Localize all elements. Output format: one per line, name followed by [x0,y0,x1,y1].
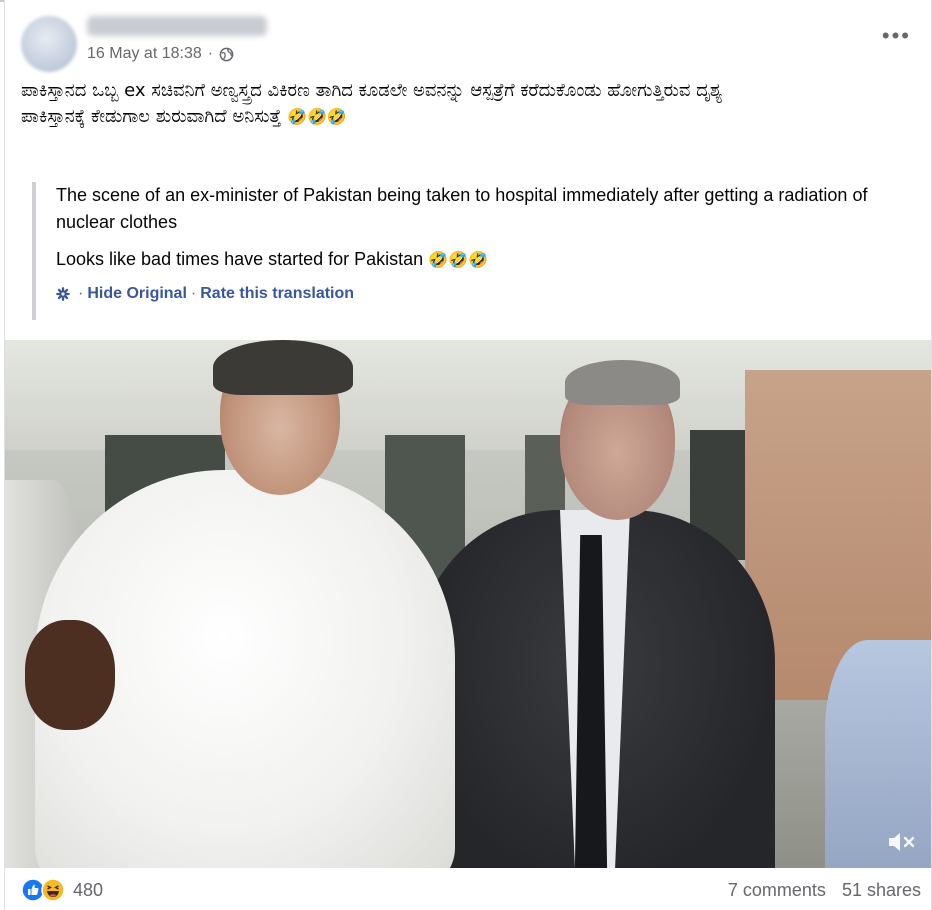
engagement-stats: 7 comments 51 shares [728,880,921,901]
post-text-line2-text: ಪಾಕಿಸ್ತಾನಕ್ಕೆ ಕೇಡುಗಾಲ ಶುರುವಾಗಿದೆ ಅನಿಸುತ್… [21,106,282,127]
more-options-button[interactable]: ••• [882,25,911,47]
link-separator-2: · [190,285,197,302]
comments-count-link[interactable]: 7 comments [728,880,826,901]
post-body: ಪಾಕಿಸ್ತಾನದ ಒಬ್ಬ ex ಸಚಿವನಿಗೆ ಅಣ್ವಸ್ತ್ರದ ವ… [21,78,911,130]
hide-original-link[interactable]: Hide Original [87,285,187,303]
translation-line2: Looks like bad times have started for Pa… [56,246,916,274]
translation-emoji-group: 🤣🤣🤣 [428,252,488,269]
translation-links: · Hide Original · Rate this translation [56,285,916,303]
laughing-emoji-group: 🤣🤣🤣 [287,107,347,126]
author-name-blurred[interactable] [87,16,267,36]
video-man-suit-hair [565,360,680,405]
translation-block: The scene of an ex-minister of Pakistan … [32,182,916,320]
post-text-line1: ಪಾಕಿಸ್ತಾನದ ಒಬ್ಬ ex ಸಚಿವನಿಗೆ ಅಣ್ವಸ್ತ್ರದ ವ… [21,80,723,101]
video-person-arm [25,620,115,730]
reactions-summary[interactable]: 480 [21,878,103,902]
globe-icon[interactable] [219,47,234,62]
post-timestamp[interactable]: 16 May at 18:38 [87,45,202,63]
gear-icon[interactable] [56,287,70,301]
video-player[interactable] [5,340,931,868]
post-meta: 16 May at 18:38 · [87,45,234,63]
reaction-icons [21,878,65,902]
post-text-line2: ಪಾಕಿಸ್ತಾನಕ್ಕೆ ಕೇಡುಗಾಲ ಶುರುವಾಗಿದೆ ಅನಿಸುತ್… [21,104,911,130]
link-separator-1: · [78,285,84,302]
post-card: 16 May at 18:38 · ••• ಪಾಕಿಸ್ತಾನದ ಒಬ್ಬ ex… [4,0,932,910]
translation-line1: The scene of an ex-minister of Pakistan … [56,185,868,232]
reaction-count: 480 [73,879,104,900]
shares-count-link[interactable]: 51 shares [842,880,921,901]
haha-icon [41,878,65,902]
post-footer: 480 7 comments 51 shares [5,872,931,908]
rate-translation-link[interactable]: Rate this translation [200,285,354,303]
muted-speaker-icon[interactable] [887,830,917,854]
translation-line2-text: Looks like bad times have started for Pa… [56,249,424,269]
avatar[interactable] [21,16,77,72]
video-man-white-hair [213,340,353,395]
meta-separator: · [207,45,214,62]
